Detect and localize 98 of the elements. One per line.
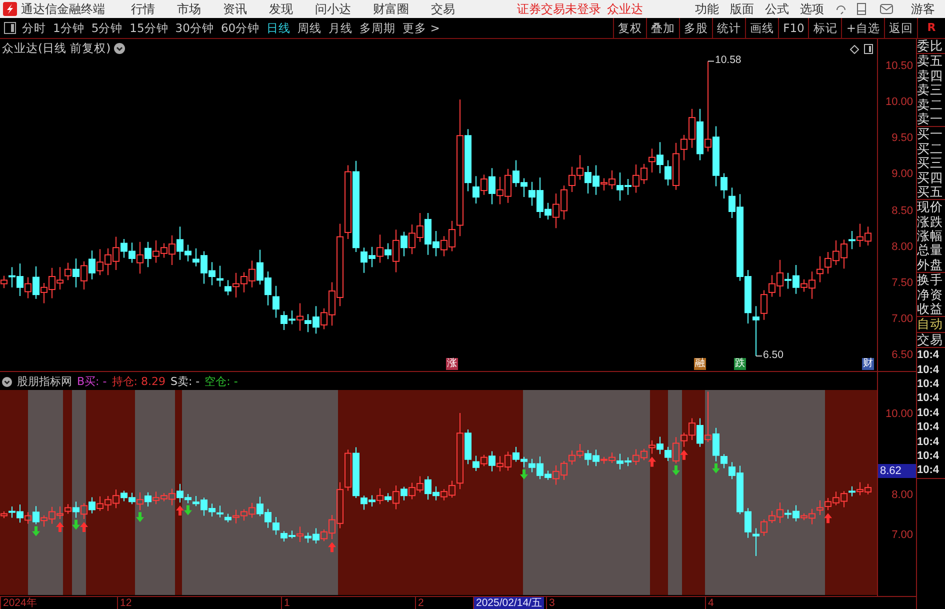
app-title: 通达信金融终端	[21, 0, 105, 18]
toolbar-button[interactable]: 画线	[745, 18, 778, 38]
quote-label: 卖二	[917, 98, 944, 112]
event-marker[interactable]: 融	[694, 358, 706, 370]
quote-label: 涨幅	[917, 229, 944, 244]
trade-time: 10:4	[917, 463, 940, 478]
toolbar-button[interactable]: 复权	[613, 18, 646, 38]
toolbar-button[interactable]: 统计	[712, 18, 746, 38]
signal-value: 空仓: -	[204, 374, 238, 389]
menu-item[interactable]: 公式	[765, 0, 789, 18]
period-tab[interactable]: 60分钟	[220, 20, 260, 36]
date-label: 3	[546, 597, 557, 609]
menu-item[interactable]: 财富圈	[373, 0, 409, 18]
indicator-name: 股朋指标网	[17, 374, 72, 389]
date-label: 12	[117, 597, 134, 609]
period-tab[interactable]: 30分钟	[175, 20, 214, 36]
login-notice[interactable]: 众业达	[607, 0, 643, 18]
date-label: 1	[281, 597, 292, 609]
menu-item[interactable]: 问小达	[315, 0, 351, 18]
trade-time: 10:4	[917, 434, 940, 449]
menu-item[interactable]: 资讯	[223, 0, 247, 18]
date-label: 2	[415, 597, 426, 609]
current-price-tag: 8.62	[878, 464, 916, 478]
date-label: 2024年	[0, 597, 40, 609]
quote-label: 买三	[917, 156, 944, 171]
signal-value: 持仓: 8.29	[112, 374, 166, 389]
menu-item[interactable]: 行情	[131, 0, 155, 18]
event-marker[interactable]: 涨	[446, 358, 458, 370]
high-price-label: 10.58	[715, 54, 742, 66]
period-tab[interactable]: 多周期	[360, 20, 396, 36]
event-marker[interactable]: 财	[862, 358, 874, 370]
date-label: 2025/02/14/五	[473, 597, 544, 609]
period-tab[interactable]: 5分钟	[91, 20, 123, 36]
menu-item[interactable]: 发现	[269, 0, 293, 18]
menu-item[interactable]: 交易	[431, 0, 455, 18]
axis-tick: 9.50	[892, 132, 914, 144]
toolbar-button[interactable]: 返回	[884, 18, 917, 38]
period-tab[interactable]: 周线	[298, 20, 322, 36]
axis-tick: 7.00	[892, 528, 914, 541]
quote-label: 外盘	[917, 258, 944, 272]
toolbar-button[interactable]: 叠加	[646, 18, 680, 38]
quote-label: 收益	[917, 302, 944, 316]
quote-label: 买一	[917, 127, 944, 142]
quote-label: 换手	[917, 273, 944, 288]
trade-time: 10:4	[917, 362, 940, 377]
quote-label: 买五	[917, 184, 944, 200]
date-label: 4	[705, 597, 716, 609]
toolbar-button[interactable]: F10	[778, 18, 808, 38]
quote-label: 委比	[917, 39, 944, 54]
period-tab[interactable]: 更多 >	[402, 20, 440, 36]
low-price-label: 6.50	[763, 349, 784, 361]
guest-user[interactable]: 游客	[911, 0, 935, 18]
axis-tick: 8.00	[892, 240, 914, 253]
signal-value: S卖: -	[170, 374, 200, 389]
toolbar-button[interactable]: 标记	[808, 18, 842, 38]
login-notice[interactable]: 证券交易未登录	[517, 0, 601, 18]
event-marker[interactable]: 跌	[734, 358, 746, 370]
trade-time: 10:4	[917, 406, 940, 420]
trade-time: 10:4	[917, 348, 940, 363]
trade-time: 10:4	[917, 448, 940, 464]
toolbar-button[interactable]: +自选	[841, 18, 884, 38]
signal-value: B买: -	[77, 374, 107, 389]
axis-tick: 9.00	[892, 168, 914, 180]
quote-label: 卖五	[917, 54, 944, 69]
period-tab[interactable]: 日线	[266, 20, 291, 36]
menu-item[interactable]: 功能	[695, 0, 719, 18]
quote-label: 涨跌	[917, 214, 944, 230]
quote-label: 卖一	[917, 112, 944, 126]
trade-time: 10:4	[917, 376, 940, 392]
axis-tick: 10.00	[886, 408, 914, 420]
menu-item[interactable]: 市场	[177, 0, 201, 18]
period-tab[interactable]: 分时	[22, 20, 46, 36]
quote-label: 卖四	[917, 68, 944, 84]
trade-time: 10:4	[917, 420, 940, 435]
axis-tick: 8.50	[892, 204, 914, 216]
quote-label: 净资	[917, 288, 944, 302]
quote-label: 买二	[917, 142, 944, 156]
axis-tick: 7.00	[892, 312, 914, 325]
quote-label: 总量	[917, 243, 944, 258]
auto-toggle[interactable]: 自动	[917, 317, 945, 332]
quote-label: 卖三	[917, 83, 944, 98]
axis-tick: 10.50	[886, 60, 914, 72]
toolbar-button[interactable]: 多股	[679, 18, 712, 38]
quote-label: 交易	[917, 332, 944, 348]
period-tab[interactable]: 1分钟	[53, 20, 84, 36]
quote-label: 现价	[917, 200, 944, 215]
menu-item[interactable]: 选项	[800, 0, 824, 18]
chart-title: 众业达(日线 前复权)	[2, 41, 125, 56]
axis-tick: 8.00	[892, 488, 914, 501]
axis-tick: 10.00	[886, 96, 914, 108]
quote-label: 买四	[917, 170, 944, 185]
corner-label: R	[917, 18, 945, 38]
trade-time: 10:4	[917, 391, 940, 406]
axis-tick: 7.50	[892, 276, 914, 289]
axis-tick: 6.50	[892, 349, 914, 361]
menu-item[interactable]: 版面	[730, 0, 754, 18]
period-tab[interactable]: 15分钟	[130, 20, 168, 36]
period-tab[interactable]: 月线	[328, 20, 353, 36]
